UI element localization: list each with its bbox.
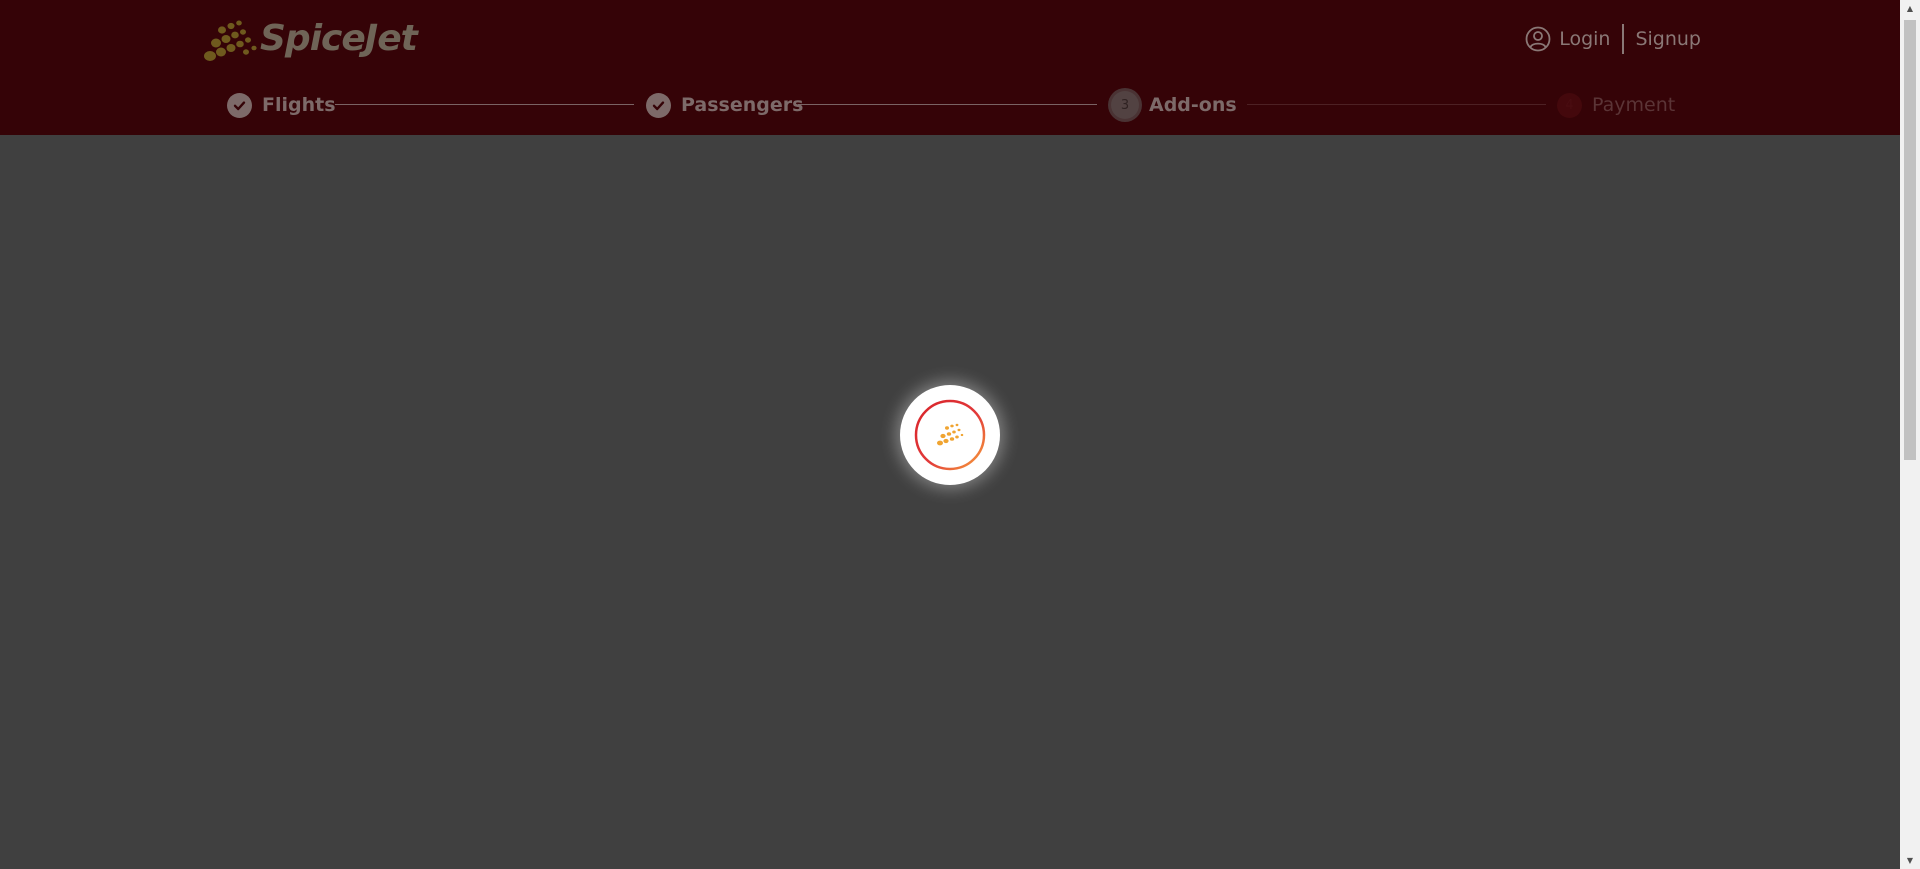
- brand-name: SpiceJet: [260, 18, 418, 59]
- step-add-ons[interactable]: 3 Add-ons: [1111, 88, 1237, 122]
- spicejet-logo[interactable]: SpiceJet: [202, 12, 418, 68]
- spicejet-spinner-icon: [914, 399, 986, 471]
- booking-page: SpiceJet Login Signup Flights Passengers…: [0, 0, 1920, 869]
- loading-spinner: [900, 385, 1000, 485]
- step-label: Flights: [262, 94, 336, 116]
- step-number: 3: [1111, 91, 1139, 119]
- vertical-scrollbar[interactable]: ▲ ▼: [1900, 0, 1920, 869]
- user-icon: [1525, 26, 1551, 52]
- step-passengers[interactable]: Passengers: [646, 88, 803, 122]
- auth-links: Login Signup: [1525, 24, 1701, 54]
- step-label: Add-ons: [1149, 94, 1237, 116]
- scrollbar-thumb[interactable]: [1904, 20, 1916, 460]
- signup-button[interactable]: Signup: [1635, 28, 1701, 50]
- auth-divider: [1622, 24, 1625, 54]
- login-label: Login: [1559, 28, 1611, 50]
- check-icon: [646, 92, 671, 118]
- site-header: SpiceJet Login Signup Flights Passengers…: [0, 0, 1900, 135]
- step-label: Payment: [1592, 94, 1676, 116]
- spicejet-logo-icon: [204, 20, 257, 61]
- login-button[interactable]: Login: [1525, 26, 1610, 52]
- step-flights[interactable]: Flights: [227, 88, 336, 122]
- scroll-up-icon[interactable]: ▲: [1900, 0, 1920, 17]
- step-payment: 4 Payment: [1557, 88, 1675, 122]
- scroll-down-icon[interactable]: ▼: [1900, 852, 1920, 869]
- step-label: Passengers: [681, 94, 804, 116]
- step-number: 4: [1557, 92, 1582, 118]
- check-icon: [227, 92, 252, 118]
- booking-stepper: Flights Passengers 3 Add-ons 4 Payment: [0, 88, 1900, 124]
